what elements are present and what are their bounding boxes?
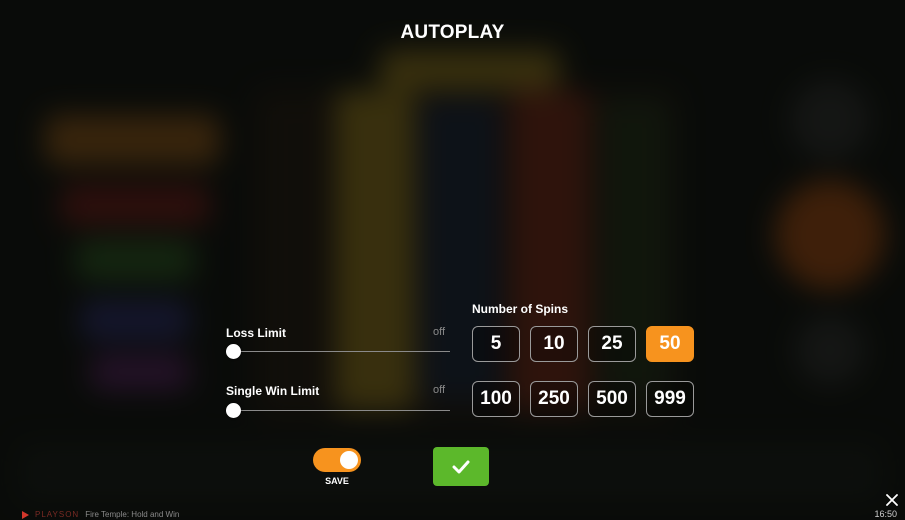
autoplay-title: AUTOPLAY [400,22,505,43]
save-toggle-thumb [340,451,358,469]
save-toggle[interactable] [313,448,361,472]
clock: 16:50 [874,509,897,519]
loss-limit-label: Loss Limit [226,326,287,340]
single-win-limit-label: Single Win Limit [226,384,320,398]
confirm-button[interactable] [433,447,489,486]
spins-option-100[interactable]: 100 [472,381,520,417]
loss-limit-slider-handle[interactable] [226,344,241,359]
blurred-game-background [0,0,905,520]
spins-option-25[interactable]: 25 [588,326,636,362]
playson-logo-icon [22,510,29,519]
loss-limit-value: off [433,326,446,338]
single-win-limit-value: off [433,384,446,396]
single-win-limit-slider-handle[interactable] [226,403,241,418]
spins-option-250[interactable]: 250 [530,381,578,417]
footer-bar: PLAYSON Fire Temple: Hold and Win [22,510,179,519]
loss-limit-slider-track[interactable] [234,351,450,352]
checkmark-icon [452,460,470,473]
spins-option-500[interactable]: 500 [588,381,636,417]
number-of-spins-label: Number of Spins [472,302,569,316]
spins-option-999[interactable]: 999 [646,381,694,417]
spins-option-5[interactable]: 5 [472,326,520,362]
spins-option-10[interactable]: 10 [530,326,578,362]
save-label: SAVE [325,476,349,486]
single-win-limit-slider-track[interactable] [234,410,450,411]
close-button[interactable] [884,492,900,508]
brand-name: PLAYSON [35,510,80,519]
spins-option-50[interactable]: 50 [646,326,694,362]
game-name: Fire Temple: Hold and Win [85,510,180,519]
close-icon [886,494,898,506]
